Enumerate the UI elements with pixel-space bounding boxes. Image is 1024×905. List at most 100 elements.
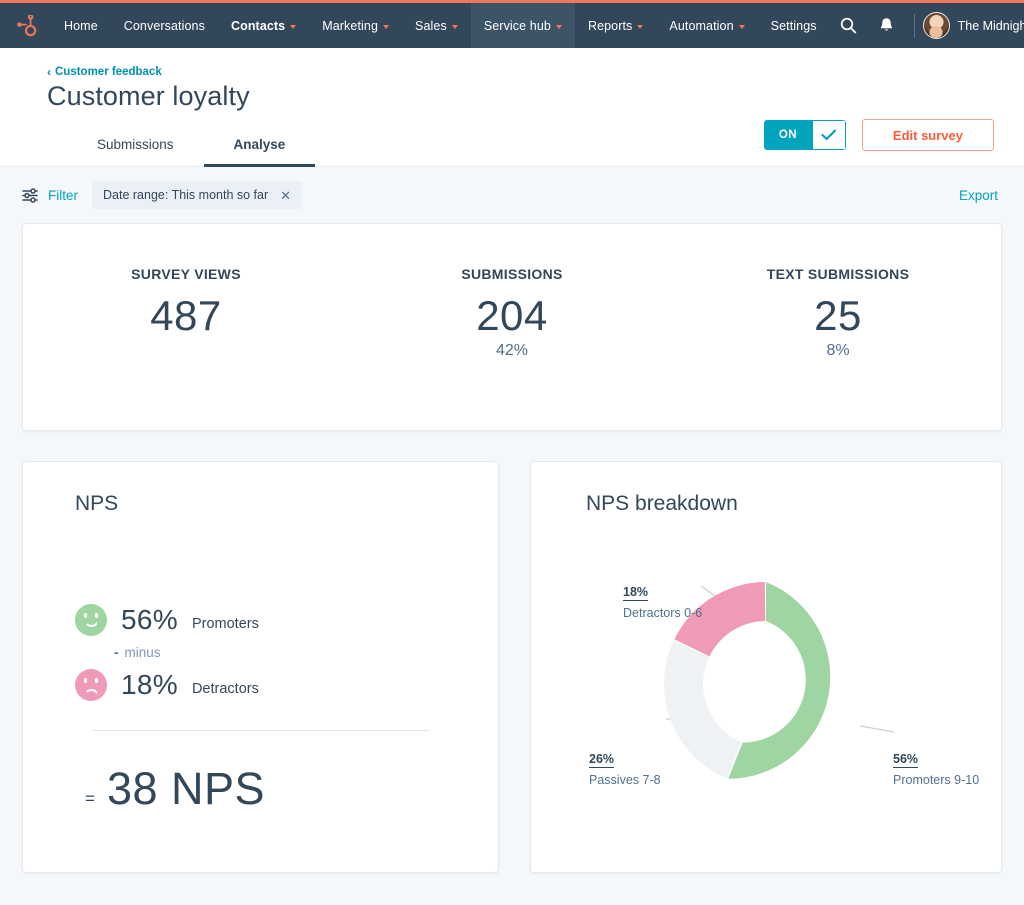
nav-right-group: The Midnight Society — [830, 3, 1024, 48]
close-icon[interactable]: ✕ — [280, 189, 291, 202]
hubspot-logo[interactable] — [10, 3, 51, 48]
stat-sub: 42% — [349, 342, 675, 360]
main-content: SURVEY VIEWS 487 SUBMISSIONS 204 42% TEX… — [0, 223, 1024, 873]
header-actions: ON Edit survey — [764, 119, 994, 151]
nps-card-title: NPS — [75, 492, 466, 516]
smiley-face-icon — [75, 604, 107, 636]
nav-item-label: Sales — [415, 19, 447, 33]
frowny-face-icon — [75, 669, 107, 701]
avatar — [923, 12, 950, 39]
nav-item-sales[interactable]: Sales — [402, 3, 471, 48]
check-icon — [821, 129, 837, 141]
nav-item-reports[interactable]: Reports — [575, 3, 656, 48]
donut-chart: 18% Detractors 0-6 26% Passives 7-8 56% … — [531, 516, 1001, 856]
donut-label-percent: 18% — [623, 585, 648, 601]
chevron-down-icon — [452, 25, 458, 29]
tab-submissions[interactable]: Submissions — [67, 127, 204, 167]
minus-row: - minus — [75, 636, 466, 669]
nav-item-conversations[interactable]: Conversations — [111, 3, 218, 48]
nav-item-contacts[interactable]: Contacts — [218, 3, 309, 48]
bell-icon — [879, 17, 894, 34]
donut-label-passives: 26% Passives 7-8 — [589, 751, 661, 790]
chevron-down-icon — [290, 25, 296, 29]
breakdown-card-title: NPS breakdown — [531, 492, 1001, 516]
nps-card: NPS 56% Promoters - minus — [22, 461, 499, 873]
stat-value: 204 — [349, 294, 675, 338]
nps-divider — [92, 730, 429, 731]
global-nav: Home Conversations Contacts Marketing Sa… — [0, 3, 1024, 48]
chevron-down-icon — [739, 25, 745, 29]
nps-rows: 56% Promoters - minus 18% Detractors — [75, 604, 466, 701]
chevron-down-icon — [556, 25, 562, 29]
promoters-percent: 56% — [121, 604, 178, 636]
equals-sign: = — [85, 789, 95, 809]
nav-item-label: Service hub — [484, 19, 551, 33]
stats-card: SURVEY VIEWS 487 SUBMISSIONS 204 42% TEX… — [22, 223, 1002, 431]
chevron-left-icon: ‹ — [47, 66, 51, 78]
hubspot-sprocket-icon — [16, 15, 37, 37]
nav-item-service-hub[interactable]: Service hub — [471, 3, 575, 48]
nps-total: = 38 NPS — [75, 763, 466, 815]
breadcrumb-label: Customer feedback — [55, 66, 162, 78]
tab-analyse[interactable]: Analyse — [204, 127, 316, 167]
tab-label: Analyse — [234, 137, 286, 152]
nps-breakdown-card: NPS breakdown — [530, 461, 1002, 873]
donut-label-name: Promoters 9-10 — [893, 772, 979, 790]
nps-detractors-row: 18% Detractors — [75, 669, 466, 701]
detractors-label: Detractors — [192, 681, 259, 697]
nps-total-value: 38 NPS — [107, 763, 265, 815]
donut-label-name: Detractors 0-6 — [623, 605, 702, 623]
nav-item-home[interactable]: Home — [51, 3, 111, 48]
stat-label: SUBMISSIONS — [349, 266, 675, 282]
donut-segment-passives[interactable] — [664, 641, 742, 779]
stat-label: SURVEY VIEWS — [23, 266, 349, 282]
stat-sub: 8% — [675, 342, 1001, 360]
donut-label-percent: 56% — [893, 752, 918, 768]
nav-item-label: Reports — [588, 19, 632, 33]
nav-item-label: Marketing — [322, 19, 378, 33]
breadcrumb[interactable]: ‹ Customer feedback — [47, 66, 994, 78]
donut-label-promoters: 56% Promoters 9-10 — [893, 751, 979, 790]
stat-label: TEXT SUBMISSIONS — [675, 266, 1001, 282]
filter-button[interactable]: Filter — [22, 188, 78, 203]
donut-label-detractors: 18% Detractors 0-6 — [623, 584, 702, 623]
nav-item-label: Contacts — [231, 19, 285, 33]
nav-item-label: Automation — [669, 19, 733, 33]
filter-bar: Filter Date range: This month so far ✕ E… — [0, 167, 1024, 223]
toggle-knob — [812, 120, 846, 150]
donut-label-percent: 26% — [589, 752, 614, 768]
export-link[interactable]: Export — [959, 188, 998, 203]
nav-item-marketing[interactable]: Marketing — [309, 3, 402, 48]
nav-divider — [914, 14, 915, 38]
minus-label: minus — [125, 645, 161, 660]
account-name: The Midnight Society — [958, 19, 1024, 33]
cards-row: NPS 56% Promoters - minus — [22, 461, 1002, 873]
nav-item-label: Settings — [771, 19, 817, 33]
nav-item-settings[interactable]: Settings — [758, 3, 830, 48]
search-icon — [840, 17, 857, 34]
chip-label: Date range: This month so far — [103, 188, 268, 202]
survey-status-toggle[interactable]: ON — [764, 120, 846, 150]
stat-value: 487 — [23, 294, 349, 338]
nav-item-automation[interactable]: Automation — [656, 3, 757, 48]
nav-item-label: Conversations — [124, 19, 205, 33]
stat-survey-views: SURVEY VIEWS 487 — [23, 266, 349, 342]
nav-items: Home Conversations Contacts Marketing Sa… — [51, 3, 830, 48]
date-range-filter-chip[interactable]: Date range: This month so far ✕ — [92, 181, 302, 209]
chevron-down-icon — [383, 25, 389, 29]
account-menu[interactable]: The Midnight Society — [923, 12, 1024, 39]
page-header: ‹ Customer feedback Customer loyalty ON … — [0, 48, 1024, 167]
notifications-button[interactable] — [868, 3, 906, 48]
edit-survey-button[interactable]: Edit survey — [862, 119, 994, 151]
detractors-percent: 18% — [121, 669, 178, 701]
promoters-label: Promoters — [192, 616, 259, 632]
stat-text-submissions: TEXT SUBMISSIONS 25 8% — [675, 266, 1001, 360]
page-title: Customer loyalty — [47, 81, 994, 112]
chevron-down-icon — [637, 25, 643, 29]
donut-label-name: Passives 7-8 — [589, 772, 661, 790]
nps-promoters-row: 56% Promoters — [75, 604, 466, 636]
callout-line-promoters — [860, 726, 894, 732]
search-button[interactable] — [830, 3, 868, 48]
stat-value: 25 — [675, 294, 1001, 338]
minus-sign: - — [114, 645, 119, 660]
